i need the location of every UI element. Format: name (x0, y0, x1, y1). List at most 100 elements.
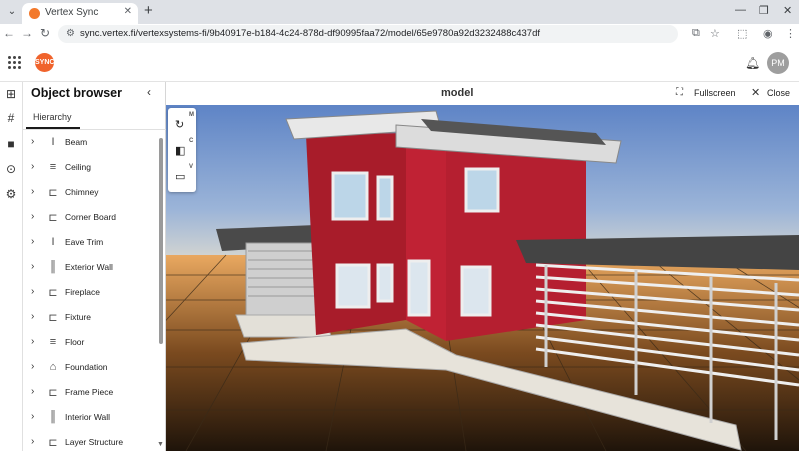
left-rail: ⊞ # ■ ⊙ ⚙ (0, 82, 23, 451)
tree-item-label: Fixture (65, 312, 91, 322)
3d-viewport[interactable] (166, 105, 799, 451)
clip-tool[interactable]: ◧ C (172, 138, 194, 162)
address-bar[interactable]: ⚙ sync.vertex.fi/vertexsystems-fi/9b4091… (58, 25, 678, 43)
focus-icon[interactable]: ⊙ (0, 162, 22, 176)
tree-item-foundation[interactable]: › ⌂ Foundation (23, 355, 159, 380)
forward-icon[interactable]: → (20, 26, 34, 40)
hash-icon[interactable]: # (0, 111, 22, 125)
tree-item-label: Layer Structure (65, 437, 124, 447)
viewer-header: model ⛶ Fullscreen ✕ Close (166, 82, 799, 105)
url-text[interactable]: sync.vertex.fi/vertexsystems-fi/9b40917e… (80, 28, 540, 39)
object-browser-panel: Object browser ‹ Hierarchy › I Beam › ≡ Ceili… (23, 82, 166, 451)
site-info-icon[interactable]: ⚙ (66, 28, 75, 39)
expand-chevron-icon[interactable]: › (31, 386, 34, 397)
scroll-down-icon[interactable]: ▼ (157, 441, 164, 448)
back-icon[interactable]: ← (2, 26, 16, 40)
foundation-icon: ⌂ (49, 361, 57, 373)
tree-item-fixture[interactable]: › ⊏ Fixture (23, 305, 159, 330)
tree-item-floor[interactable]: › ≡ Floor (23, 330, 159, 355)
orbit-tool[interactable]: ↻ M (172, 112, 194, 136)
reload-icon[interactable]: ↻ (38, 26, 52, 40)
layer-icon: ⊏ (48, 437, 58, 449)
browser-tab[interactable]: Vertex Sync ✕ (22, 3, 138, 24)
hierarchy-icon[interactable]: ⊞ (0, 87, 22, 101)
tree-item-fireplace[interactable]: › ⊏ Fireplace (23, 280, 159, 305)
expand-chevron-icon[interactable]: › (31, 261, 34, 272)
expand-chevron-icon[interactable]: › (31, 361, 34, 372)
tab-close-icon[interactable]: ✕ (124, 6, 132, 17)
tree-item-corner-board[interactable]: › ⊏ Corner Board (23, 205, 159, 230)
tree-item-label: Floor (65, 337, 85, 347)
new-tab-icon[interactable]: + (144, 2, 153, 19)
settings-gear-icon[interactable]: ⚙ (0, 187, 22, 201)
expand-chevron-icon[interactable]: › (31, 161, 34, 172)
tree-item-exterior-wall[interactable]: › ║ Exterior Wall (23, 255, 159, 280)
frame-piece-icon: ⊏ (48, 387, 58, 399)
minimize-icon[interactable]: — (735, 4, 746, 16)
tree-item-label: Beam (65, 137, 88, 147)
expand-chevron-icon[interactable]: › (31, 286, 34, 297)
tree-item-frame-piece[interactable]: › ⊏ Frame Piece (23, 380, 159, 405)
chimney-icon: ⊏ (48, 187, 58, 199)
install-app-icon[interactable]: ⧉ (692, 27, 700, 40)
ruler-icon: ▭ (175, 171, 186, 183)
orbit-icon: ↻ (175, 119, 185, 131)
extensions-icon[interactable]: ⬚ (737, 27, 747, 40)
tree-item-ceiling[interactable]: › ≡ Ceiling (23, 155, 159, 180)
expand-chevron-icon[interactable]: › (31, 186, 34, 197)
tree-item-label: Frame Piece (65, 387, 114, 397)
tree-item-beam[interactable]: › I Beam (23, 130, 159, 155)
user-avatar[interactable]: PM (767, 52, 789, 74)
tab-search-icon[interactable]: ⌄ (4, 4, 20, 20)
wall-icon: ║ (49, 411, 57, 423)
ceiling-icon: ≡ (49, 161, 57, 173)
window-close-icon[interactable]: ✕ (783, 4, 792, 17)
tree-item-chimney[interactable]: › ⊏ Chimney (23, 180, 159, 205)
app-launcher-icon[interactable] (8, 56, 21, 69)
shortcut-key: V (189, 164, 194, 170)
fullscreen-button[interactable]: Fullscreen (694, 88, 736, 98)
tree-item-label: Corner Board (65, 212, 117, 222)
tree-item-interior-wall[interactable]: › ║ Interior Wall (23, 405, 159, 430)
close-icon[interactable]: ✕ (751, 86, 760, 99)
collapse-panel-icon[interactable]: ‹ (147, 85, 151, 99)
clip-icon: ◧ (175, 145, 186, 157)
expand-chevron-icon[interactable]: › (31, 336, 34, 347)
model-title: model (441, 87, 474, 99)
beam-icon: I (51, 136, 55, 148)
hierarchy-tree: › I Beam › ≡ Ceiling › ⊏ Chimney › ⊏ Corner Board › I… (23, 130, 159, 451)
profile-icon[interactable]: ◉ (763, 27, 773, 40)
expand-chevron-icon[interactable]: › (31, 411, 34, 422)
bookmark-star-icon[interactable]: ☆ (710, 27, 720, 40)
shortcut-key: C (189, 138, 194, 144)
fullscreen-icon[interactable]: ⛶ (676, 87, 683, 98)
tree-item-eave-trim[interactable]: › I Eave Trim (23, 230, 159, 255)
expand-chevron-icon[interactable]: › (31, 236, 34, 247)
close-button[interactable]: Close (767, 88, 790, 98)
restore-icon[interactable]: ❐ (759, 4, 769, 17)
fixture-icon: ⊏ (48, 312, 58, 324)
corner-board-icon: ⊏ (48, 212, 58, 224)
tree-item-label: Foundation (65, 362, 108, 372)
panel-scrollbar[interactable] (159, 138, 163, 344)
expand-chevron-icon[interactable]: › (31, 211, 34, 222)
tree-item-label: Ceiling (65, 162, 91, 172)
browser-tab-strip: ⌄ Vertex Sync ✕ + — ❐ ✕ (0, 0, 799, 24)
browser-toolbar: ← → ↻ ⚙ sync.vertex.fi/vertexsystems-fi/… (0, 24, 799, 44)
tab-hierarchy[interactable]: Hierarchy (33, 112, 72, 122)
measure-tool[interactable]: ▭ V (172, 164, 194, 188)
browser-menu-icon[interactable]: ⋮ (785, 27, 796, 40)
expand-chevron-icon[interactable]: › (31, 136, 34, 147)
tree-item-label: Interior Wall (65, 412, 111, 422)
tree-item-layer-structure[interactable]: › ⊏ Layer Structure (23, 430, 159, 451)
eave-trim-icon: I (51, 236, 55, 248)
app-logo[interactable]: SYNC (35, 53, 54, 72)
expand-chevron-icon[interactable]: › (31, 436, 34, 447)
tab-title: Vertex Sync (45, 7, 99, 18)
tree-item-label: Fireplace (65, 287, 100, 297)
expand-chevron-icon[interactable]: › (31, 311, 34, 322)
panel-title: Object browser (31, 86, 122, 100)
notifications-bell-icon[interactable]: 🔔︎ (745, 56, 760, 70)
camera-icon[interactable]: ■ (0, 137, 22, 151)
tab-favicon (29, 8, 40, 19)
